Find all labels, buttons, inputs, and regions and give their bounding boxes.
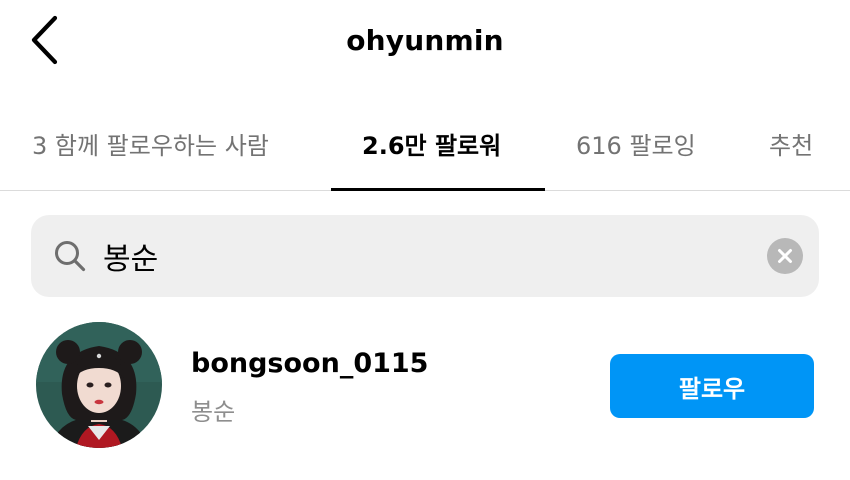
tab-label: 2.6만 팔로워	[362, 132, 502, 160]
full-name: 봉순	[191, 398, 236, 426]
search-icon	[55, 241, 86, 272]
search-bar[interactable]	[31, 215, 819, 297]
clear-icon	[778, 249, 792, 263]
followers-screen: ohyunmin 3 함께 팔로우하는 사람 2.6만 팔로워 616 팔로잉 …	[0, 0, 850, 480]
page-title: ohyunmin	[346, 24, 504, 57]
clear-search-button[interactable]	[767, 238, 803, 274]
tab-label: 616 팔로잉	[576, 132, 696, 160]
username[interactable]: bongsoon_0115	[191, 348, 428, 379]
avatar[interactable]	[36, 322, 162, 448]
tab-label: 추천	[769, 132, 814, 160]
header: ohyunmin	[0, 0, 850, 88]
follow-button[interactable]: 팔로우	[610, 354, 814, 418]
search-input[interactable]	[103, 233, 753, 279]
tab-label: 3 함께 팔로우하는 사람	[32, 132, 269, 160]
user-list-item[interactable]: bongsoon_0115 봉순 팔로우	[0, 318, 850, 458]
profile-photo	[36, 322, 162, 448]
tab-bar: 3 함께 팔로우하는 사람 2.6만 팔로워 616 팔로잉 추천	[0, 106, 850, 191]
active-tab-indicator	[331, 188, 545, 191]
